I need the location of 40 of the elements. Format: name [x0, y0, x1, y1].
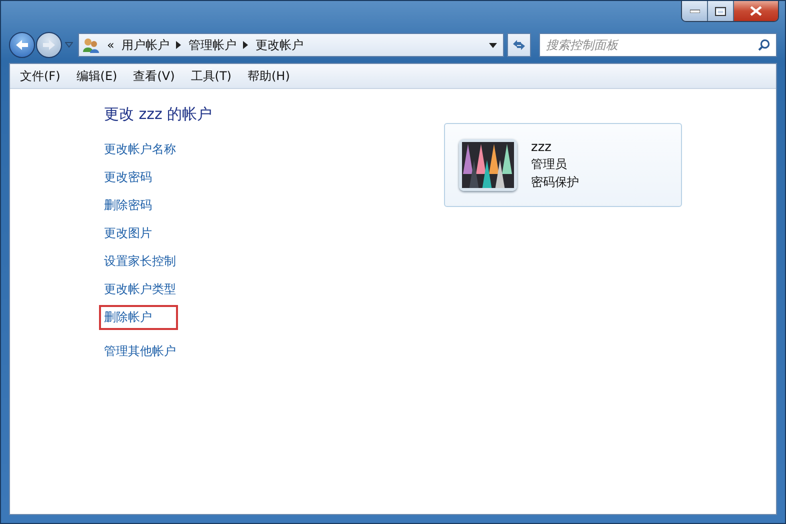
close-button[interactable]: [734, 1, 778, 21]
task-link[interactable]: 设置家长控制: [99, 249, 181, 274]
menu-item[interactable]: 工具(T): [182, 68, 240, 84]
breadcrumb-item[interactable]: 管理帐户: [188, 36, 236, 54]
task-link[interactable]: 删除密码: [99, 193, 157, 218]
breadcrumb-item[interactable]: 用户帐户: [121, 36, 170, 54]
task-link[interactable]: 更改图片: [99, 221, 157, 246]
menu-item[interactable]: 编辑(E): [68, 68, 126, 84]
task-link[interactable]: 更改密码: [99, 165, 157, 190]
forward-button[interactable]: [36, 32, 62, 58]
back-arrow-icon: [15, 39, 29, 51]
maximize-button[interactable]: [708, 1, 734, 21]
breadcrumb-overflow[interactable]: «: [107, 38, 114, 52]
close-icon: [750, 6, 762, 16]
menu-item[interactable]: 查看(V): [125, 68, 183, 84]
chevron-right-icon: [243, 41, 248, 49]
maximize-icon: [715, 6, 726, 16]
breadcrumb-item[interactable]: 更改帐户: [255, 36, 304, 54]
task-link[interactable]: 更改帐户类型: [99, 277, 181, 302]
page-heading: 更改 zzz 的帐户: [104, 105, 214, 124]
back-button[interactable]: [9, 32, 35, 58]
minimize-icon: [690, 9, 700, 13]
users-icon: [82, 37, 100, 53]
account-type: 管理员: [531, 156, 568, 172]
minimize-button[interactable]: [682, 1, 708, 21]
refresh-arrows-icon: [512, 39, 526, 51]
refresh-button[interactable]: [507, 33, 531, 57]
account-name: zzz: [531, 140, 552, 154]
forward-arrow-icon: [42, 39, 56, 51]
chevron-right-icon: [176, 41, 182, 49]
search-icon: [758, 39, 770, 51]
search-field[interactable]: 搜索控制面板: [539, 33, 777, 57]
menu-item[interactable]: 帮助(H): [240, 68, 298, 84]
task-link[interactable]: 管理其他帐户: [99, 339, 181, 364]
account-status: 密码保护: [531, 174, 579, 190]
address-bar[interactable]: « 用户帐户 管理帐户 更改帐户: [78, 33, 504, 57]
task-link[interactable]: 更改帐户名称: [99, 137, 181, 162]
menu-item[interactable]: 文件(F): [12, 68, 68, 84]
dropdown-caret-icon[interactable]: [489, 42, 497, 48]
task-link[interactable]: 删除帐户: [99, 305, 178, 330]
